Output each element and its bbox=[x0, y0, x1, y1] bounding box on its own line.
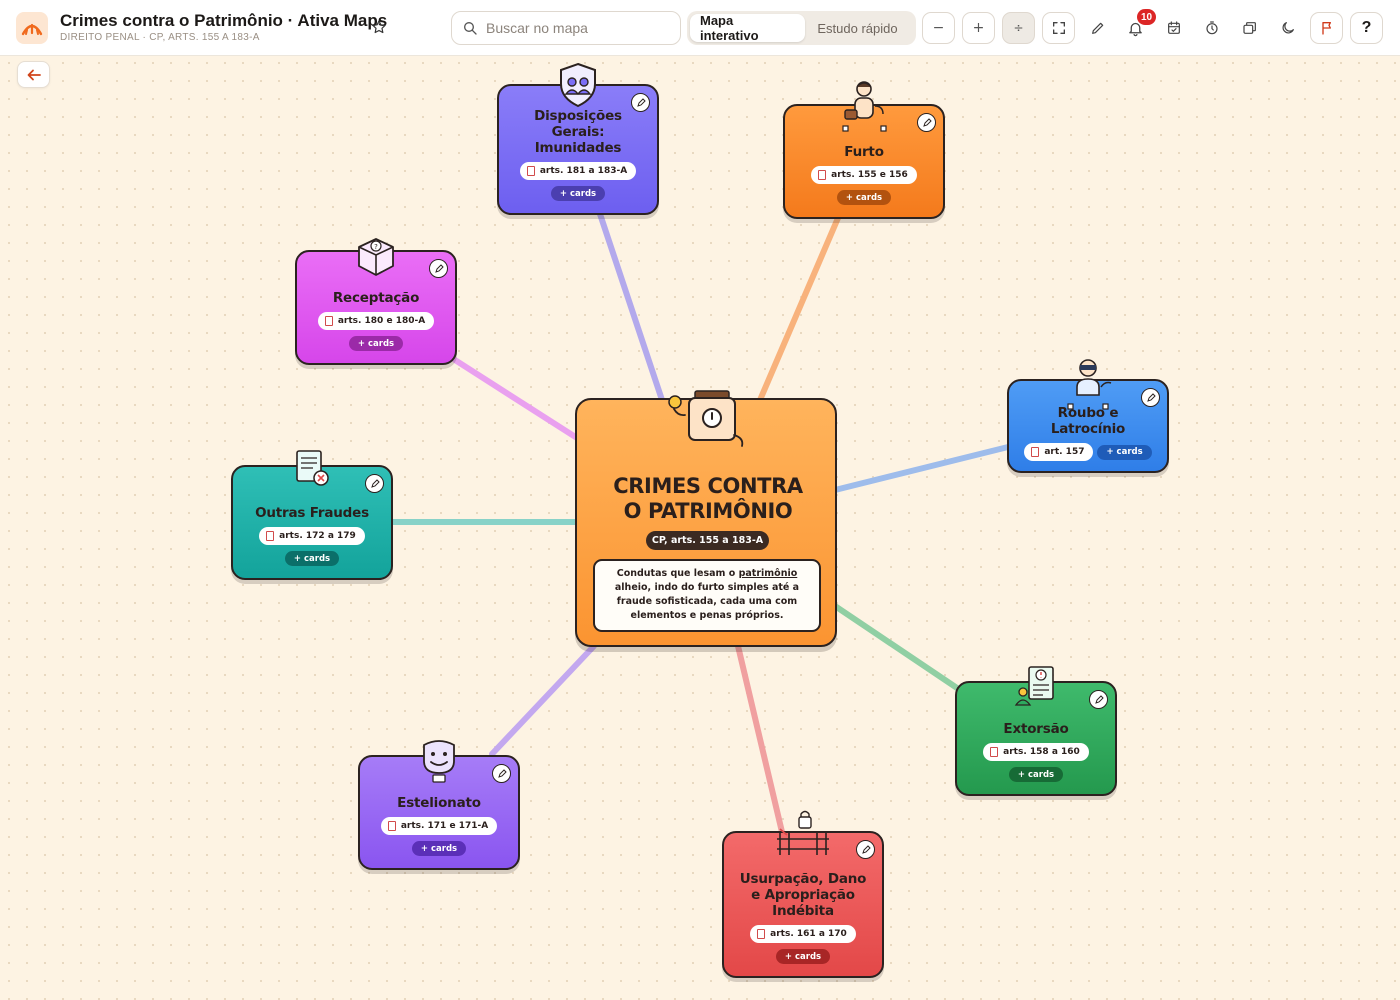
center-node[interactable]: CRIMES CONTRA O PATRIMÔNIO CP, arts. 155… bbox=[575, 390, 839, 647]
node-title: Usurpação, Dano e Apropriação Indébita bbox=[739, 871, 867, 919]
thief-person-icon bbox=[842, 81, 887, 132]
book-icon bbox=[1031, 447, 1040, 457]
shield-people-icon bbox=[560, 62, 596, 108]
center-title-line-1: CRIMES CONTRA bbox=[613, 474, 803, 498]
center-title-line-2: O PATRIMÔNIO bbox=[623, 499, 793, 523]
articles-label: arts. 155 e 156 bbox=[831, 170, 908, 180]
articles-label: arts. 180 e 180-A bbox=[337, 316, 426, 326]
add-cards-button[interactable]: + cards bbox=[411, 841, 467, 856]
node-outras-fraudes[interactable]: Outras Fraudes arts. 172 a 179 + cards bbox=[231, 450, 393, 580]
edge-roubo bbox=[832, 444, 1011, 493]
node-title: Extorsão bbox=[1003, 721, 1069, 737]
articles-label: art. 157 bbox=[1044, 447, 1085, 457]
edge-usurpacao bbox=[735, 643, 785, 835]
book-icon bbox=[526, 166, 535, 176]
add-cards-button[interactable]: + cards bbox=[836, 190, 892, 205]
node-receptacao[interactable]: ? Receptação arts. 180 e 180-A + cards bbox=[295, 238, 457, 365]
desc-bold-term: elementos bbox=[630, 610, 687, 621]
pencil-icon bbox=[497, 768, 507, 778]
edge-extorsao bbox=[832, 603, 960, 691]
desc-part: . bbox=[779, 610, 784, 621]
edge-estelionato bbox=[489, 643, 597, 757]
articles-pill: arts. 171 e 171-A bbox=[380, 817, 498, 835]
node-title: Outras Fraudes bbox=[255, 505, 369, 521]
edit-node-button[interactable] bbox=[917, 113, 936, 132]
node-usurpacao-dano[interactable]: Usurpação, Dano e Apropriação Indébita a… bbox=[722, 810, 884, 978]
pencil-icon bbox=[922, 117, 932, 127]
book-icon bbox=[266, 531, 275, 541]
pencil-icon bbox=[370, 478, 380, 488]
desc-bold-term: penas próprios bbox=[699, 610, 780, 621]
pencil-icon bbox=[636, 97, 646, 107]
add-cards-button[interactable]: + cards bbox=[1097, 444, 1152, 460]
articles-label: arts. 161 a 170 bbox=[770, 929, 847, 939]
book-icon bbox=[757, 929, 766, 939]
edit-node-button[interactable] bbox=[492, 764, 511, 783]
node-title: Furto bbox=[844, 144, 884, 160]
edge-disposicoes bbox=[597, 211, 665, 403]
node-furto[interactable]: Furto arts. 155 e 156 + cards bbox=[783, 81, 945, 219]
book-icon bbox=[387, 821, 396, 831]
node-title: Disposições Gerais: Imunidades bbox=[534, 108, 622, 156]
pencil-icon bbox=[1146, 392, 1156, 402]
box-question-icon: ? bbox=[358, 238, 394, 276]
add-cards-button[interactable]: + cards bbox=[1008, 767, 1064, 782]
articles-pill: arts. 172 a 179 bbox=[259, 527, 365, 545]
node-title: Estelionato bbox=[397, 795, 481, 811]
center-reference-pill: CP, arts. 155 a 183-A bbox=[646, 531, 769, 550]
articles-pill: arts. 181 a 183-A bbox=[519, 162, 637, 180]
svg-text:?: ? bbox=[374, 243, 378, 251]
edit-node-button[interactable] bbox=[1141, 388, 1160, 407]
articles-pill: arts. 158 a 160 bbox=[983, 743, 1089, 761]
edit-node-button[interactable] bbox=[1089, 690, 1108, 709]
center-description: Condutas que lesam o patrimônio alheio, … bbox=[593, 559, 821, 632]
add-cards-button[interactable]: + cards bbox=[775, 949, 831, 964]
edit-node-button[interactable] bbox=[856, 840, 875, 859]
desc-part: Condutas que lesam o bbox=[616, 568, 739, 579]
articles-pill: art. 157 bbox=[1024, 443, 1094, 461]
add-cards-button[interactable]: + cards bbox=[348, 336, 404, 351]
book-icon bbox=[990, 747, 999, 757]
center-title: CRIMES CONTRA O PATRIMÔNIO bbox=[577, 474, 839, 524]
threat-letter-icon bbox=[1014, 666, 1054, 706]
articles-pill: arts. 161 a 170 bbox=[750, 925, 856, 943]
edit-node-button[interactable] bbox=[365, 474, 384, 493]
node-roubo-latrocinio[interactable]: Roubo e Latrocínio art. 157 + cards bbox=[1007, 359, 1169, 473]
articles-pill: arts. 180 e 180-A bbox=[317, 312, 435, 330]
broken-fence-lock-icon bbox=[777, 810, 829, 855]
node-pill-row: art. 157 + cards bbox=[1024, 437, 1152, 461]
pencil-icon bbox=[1094, 694, 1104, 704]
articles-label: arts. 172 a 179 bbox=[279, 531, 356, 541]
pencil-icon bbox=[434, 263, 444, 273]
node-disposicoes-gerais[interactable]: Disposições Gerais: Imunidades arts. 181… bbox=[497, 62, 659, 215]
book-icon bbox=[818, 170, 827, 180]
node-estelionato[interactable]: Estelionato arts. 171 e 171-A + cards bbox=[358, 740, 520, 870]
edge-receptacao bbox=[452, 357, 580, 441]
smiling-mask-icon bbox=[423, 740, 455, 783]
edge-furto bbox=[757, 215, 841, 403]
articles-pill: arts. 155 e 156 bbox=[811, 166, 917, 184]
node-title: Receptação bbox=[332, 290, 420, 306]
scale-jar-icon bbox=[668, 390, 744, 447]
desc-part: alheio, indo do furto simples até a frau… bbox=[614, 582, 800, 607]
document-fraud-icon bbox=[296, 450, 329, 486]
articles-label: arts. 171 e 171-A bbox=[400, 821, 489, 831]
pencil-icon bbox=[861, 844, 871, 854]
articles-label: arts. 181 a 183-A bbox=[539, 166, 628, 176]
articles-label: arts. 158 a 160 bbox=[1003, 747, 1080, 757]
masked-robber-icon bbox=[1067, 359, 1112, 410]
edit-node-button[interactable] bbox=[631, 93, 650, 112]
desc-part: e bbox=[686, 610, 700, 621]
node-extorsao[interactable]: Extorsão arts. 158 a 160 + cards bbox=[955, 666, 1117, 796]
add-cards-button[interactable]: + cards bbox=[550, 186, 606, 201]
add-cards-button[interactable]: + cards bbox=[284, 551, 340, 566]
book-icon bbox=[324, 316, 333, 326]
desc-underlined-term: patrimônio bbox=[738, 568, 798, 579]
edit-node-button[interactable] bbox=[429, 259, 448, 278]
